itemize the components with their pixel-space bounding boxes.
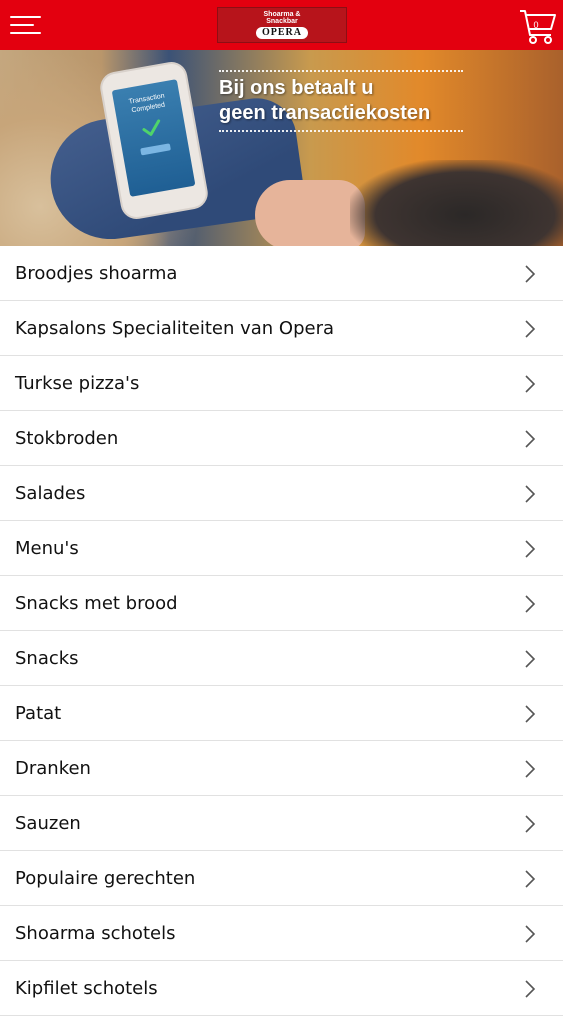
category-item-sauzen[interactable]: Sauzen <box>0 796 563 851</box>
category-item-dranken[interactable]: Dranken <box>0 741 563 796</box>
category-label: Kipfilet schotels <box>15 977 158 999</box>
category-label: Snacks met brood <box>15 592 178 614</box>
phone-transaction-text: Transaction Completed <box>128 92 166 115</box>
chevron-right-icon <box>525 815 536 833</box>
category-item-populaire-gerechten[interactable]: Populaire gerechten <box>0 851 563 906</box>
chevron-right-icon <box>525 650 536 668</box>
brand-logo[interactable]: Shoarma & Snackbar OPERA <box>217 7 347 43</box>
category-label: Broodjes shoarma <box>15 262 178 284</box>
chevron-right-icon <box>525 485 536 503</box>
category-label: Turkse pizza's <box>15 372 140 394</box>
chevron-right-icon <box>525 320 536 338</box>
category-label: Populaire gerechten <box>15 867 196 889</box>
category-label: Patat <box>15 702 62 724</box>
banner-divider <box>219 130 463 132</box>
banner-background-hand <box>255 180 365 246</box>
category-label: Dranken <box>15 757 91 779</box>
logo-subtitle: Shoarma & Snackbar <box>263 11 301 25</box>
banner-headline-line1: Bij ons betaalt u <box>219 77 374 99</box>
chevron-right-icon <box>525 925 536 943</box>
category-item-snacks-met-brood[interactable]: Snacks met brood <box>0 576 563 631</box>
chevron-right-icon <box>525 870 536 888</box>
cart-count-badge: 0 <box>533 20 539 30</box>
logo-title: OPERA <box>256 27 308 39</box>
banner-headline-line2: geen transactiekosten <box>219 102 431 124</box>
category-item-turkse-pizzas[interactable]: Turkse pizza's <box>0 356 563 411</box>
chevron-right-icon <box>525 980 536 998</box>
category-label: Salades <box>15 482 86 504</box>
banner-divider <box>219 70 463 72</box>
category-item-patat[interactable]: Patat <box>0 686 563 741</box>
app-header: Shoarma & Snackbar OPERA 0 <box>0 0 563 50</box>
menu-icon-bar <box>10 16 41 18</box>
menu-icon-bar <box>10 32 41 34</box>
category-item-stokbroden[interactable]: Stokbroden <box>0 411 563 466</box>
category-label: Stokbroden <box>15 427 119 449</box>
category-item-shoarma-schotels[interactable]: Shoarma schotels <box>0 906 563 961</box>
chevron-right-icon <box>525 375 536 393</box>
category-item-kipfilet-schotels[interactable]: Kipfilet schotels <box>0 961 563 1016</box>
phone-screen-button <box>140 143 171 156</box>
category-label: Snacks <box>15 647 79 669</box>
chevron-right-icon <box>525 540 536 558</box>
category-item-menus[interactable]: Menu's <box>0 521 563 576</box>
banner-headline: Bij ons betaalt u geen transactiekosten <box>219 70 469 132</box>
check-icon <box>142 119 161 136</box>
category-item-kapsalons[interactable]: Kapsalons Specialiteiten van Opera <box>0 301 563 356</box>
chevron-right-icon <box>525 595 536 613</box>
promo-banner[interactable]: Transaction Completed Bij ons betaalt u … <box>0 50 563 246</box>
menu-icon-bar <box>10 24 34 26</box>
category-label: Shoarma schotels <box>15 922 176 944</box>
chevron-right-icon <box>525 265 536 283</box>
category-item-broodjes-shoarma[interactable]: Broodjes shoarma <box>0 246 563 301</box>
menu-icon[interactable] <box>10 16 41 34</box>
phone-screen: Transaction Completed <box>111 79 196 197</box>
chevron-right-icon <box>525 760 536 778</box>
category-item-snacks[interactable]: Snacks <box>0 631 563 686</box>
category-list: Broodjes shoarma Kapsalons Specialiteite… <box>0 246 563 1016</box>
category-item-salades[interactable]: Salades <box>0 466 563 521</box>
chevron-right-icon <box>525 705 536 723</box>
category-label: Menu's <box>15 537 79 559</box>
cart-button[interactable]: 0 <box>519 5 557 45</box>
banner-background-person <box>350 160 563 246</box>
category-label: Kapsalons Specialiteiten van Opera <box>15 317 335 339</box>
category-label: Sauzen <box>15 812 81 834</box>
chevron-right-icon <box>525 430 536 448</box>
